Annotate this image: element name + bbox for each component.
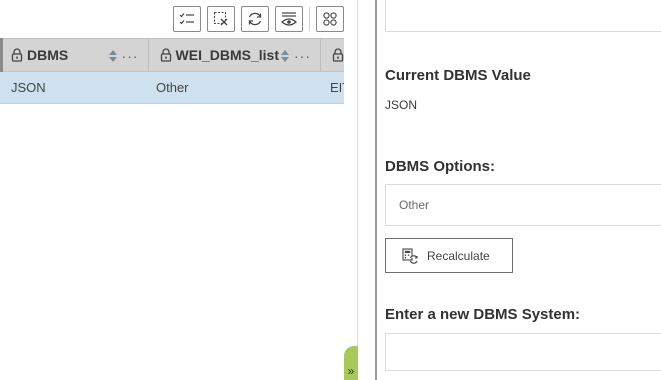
dbms-options-selected: Other (399, 198, 430, 212)
new-dbms-input[interactable] (385, 333, 661, 371)
clear-selection-button[interactable] (207, 6, 235, 32)
show-hide-button[interactable] (275, 6, 303, 32)
grid-view-icon (323, 12, 337, 26)
current-dbms-title: Current DBMS Value (385, 67, 531, 84)
toolbar-divider (309, 7, 310, 31)
splitter-divider (357, 0, 358, 380)
recalculate-button[interactable]: Recalculate (385, 238, 513, 273)
grid-view-button[interactable] (316, 6, 344, 32)
sort-icon[interactable] (281, 50, 289, 62)
recalculate-label: Recalculate (427, 248, 490, 263)
lock-icon (160, 48, 171, 62)
table-row[interactable]: JSON Other EIT (0, 72, 344, 104)
previous-input-field[interactable] (385, 0, 661, 32)
refresh-button[interactable] (241, 6, 269, 32)
show-hide-icon (281, 12, 297, 26)
lock-icon (332, 48, 344, 62)
select-all-button[interactable] (173, 6, 201, 32)
calculator-refresh-icon (402, 247, 418, 264)
dbms-options-title: DBMS Options: (385, 158, 495, 175)
column-header-dbms[interactable]: DBMS ··· (0, 39, 149, 71)
clear-selection-icon (214, 12, 228, 26)
active-column-indicator (0, 38, 3, 72)
column-label: WEI_DBMS_list (175, 47, 279, 63)
cell-next: EIT (330, 80, 344, 95)
refresh-icon (248, 12, 262, 26)
column-header-wei-dbms-list[interactable]: WEI_DBMS_list ··· (149, 39, 321, 71)
table-toolbar (167, 5, 344, 33)
column-header-next[interactable] (321, 39, 344, 71)
column-menu-icon[interactable]: ··· (294, 48, 311, 64)
dbms-options-select[interactable]: Other (385, 184, 661, 226)
column-label: DBMS (27, 47, 69, 63)
form-pane: Current DBMS Value JSON DBMS Options: Ot… (377, 0, 661, 380)
column-menu-icon[interactable]: ··· (122, 48, 139, 64)
cell-dbms: JSON (11, 80, 46, 95)
select-all-icon (179, 13, 194, 25)
table-pane: DBMS ··· WEI_DBMS_list ··· JSON Other EI (0, 0, 344, 380)
cell-wei-dbms-list: Other (156, 80, 189, 95)
table-header: DBMS ··· WEI_DBMS_list ··· (0, 38, 344, 72)
new-dbms-title: Enter a new DBMS System: (385, 306, 581, 323)
expand-panel-icon[interactable]: » (344, 346, 358, 380)
current-dbms-value: JSON (385, 98, 418, 112)
splitter (344, 0, 358, 380)
sort-icon[interactable] (108, 50, 117, 62)
lock-icon (11, 48, 23, 62)
app-root: DBMS ··· WEI_DBMS_list ··· JSON Other EI… (0, 0, 661, 380)
